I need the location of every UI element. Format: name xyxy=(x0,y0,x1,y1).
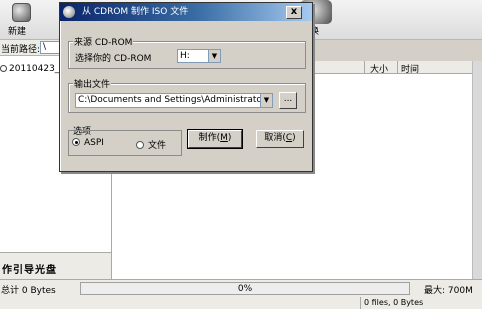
close-button[interactable]: x xyxy=(286,6,302,19)
chevron-down-icon[interactable]: ▼ xyxy=(208,50,220,62)
max-capacity: 最大: 700M xyxy=(424,286,473,296)
file-label: 文件 xyxy=(148,141,167,151)
file-radio[interactable]: 文件 xyxy=(136,138,166,151)
status-bar: 总计 0 Bytes 0% 最大: 700M xyxy=(0,279,482,297)
radio-selected-icon xyxy=(72,138,80,146)
make-text: 制作( xyxy=(198,133,221,143)
output-legend: 输出文件 xyxy=(73,77,112,90)
progress-text: 0% xyxy=(237,284,253,294)
dialog-title: 从 CDROM 制作 ISO 文件 xyxy=(82,7,189,17)
output-path-value: C:\Documents and Settings\Administrator\… xyxy=(78,95,273,105)
make-close-paren: ) xyxy=(227,133,232,143)
new-button[interactable]: 新建 xyxy=(2,0,42,40)
vertical-scrollbar[interactable] xyxy=(472,61,482,279)
make-hotkey: M xyxy=(220,133,228,143)
app-icon xyxy=(63,6,75,18)
tree-item[interactable]: 20110423_1 xyxy=(0,64,65,74)
total-size: 总计 0 Bytes xyxy=(1,286,56,296)
new-label: 新建 xyxy=(8,27,27,37)
drive-select[interactable]: H: ▼ xyxy=(177,49,221,63)
chevron-down-icon[interactable]: ▼ xyxy=(260,94,272,107)
output-file-group: 输出文件 C:\Documents and Settings\Administr… xyxy=(68,77,306,113)
aspi-label: ASPI xyxy=(84,138,104,148)
boot-disc-label: 作引导光盘 xyxy=(2,265,57,276)
drive-value: H: xyxy=(180,51,190,61)
bottom-status: 0 files, 0 Bytes xyxy=(0,297,482,309)
cdrom-label: 选择你的 CD-ROM xyxy=(75,54,152,64)
path-label: 当前路径: xyxy=(1,45,41,55)
dialog-titlebar[interactable]: 从 CDROM 制作 ISO 文件 x xyxy=(60,3,312,21)
column-divider[interactable] xyxy=(397,61,398,74)
capacity-progress: 0% xyxy=(80,282,410,295)
radio-empty-icon xyxy=(136,141,144,149)
files-summary: 0 files, 0 Bytes xyxy=(360,297,423,309)
column-divider[interactable] xyxy=(364,61,365,74)
aspi-radio[interactable]: ASPI xyxy=(72,138,104,148)
source-legend: 来源 CD-ROM xyxy=(73,35,134,48)
make-button[interactable]: 制作(M) xyxy=(187,129,243,149)
tree-item-label: 20110423_1 xyxy=(9,64,66,74)
disc-icon xyxy=(0,65,7,72)
make-iso-dialog: 从 CDROM 制作 ISO 文件 x 来源 CD-ROM 选择你的 CD-RO… xyxy=(59,2,313,172)
cancel-button[interactable]: 取消(C) xyxy=(256,130,304,148)
boot-disc-panel: 作引导光盘 xyxy=(0,252,112,279)
source-cdrom-group: 来源 CD-ROM 选择你的 CD-ROM H: ▼ xyxy=(68,35,306,69)
cancel-text: 取消( xyxy=(264,133,286,143)
new-icon xyxy=(12,3,31,22)
output-path-field[interactable]: C:\Documents and Settings\Administrator\… xyxy=(75,93,273,108)
browse-button[interactable]: ... xyxy=(279,92,297,109)
cancel-close-paren: ) xyxy=(292,133,296,143)
